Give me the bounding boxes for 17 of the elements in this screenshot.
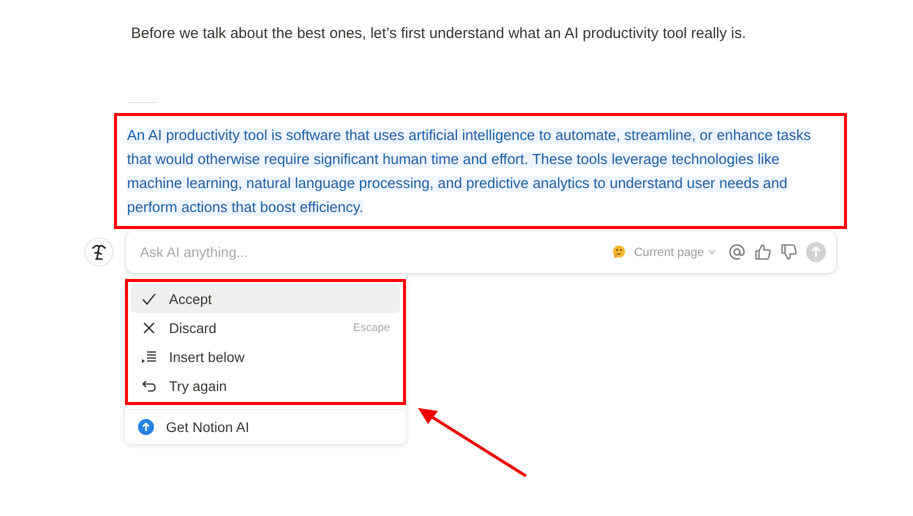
- shortcut-hint: Escape: [353, 322, 390, 334]
- ai-face-icon: [84, 237, 114, 267]
- insert-lines-icon: [141, 348, 157, 364]
- menu-item[interactable]: Accept: [131, 284, 400, 313]
- close-icon: [141, 320, 157, 336]
- undo-arrow-icon: [141, 378, 157, 394]
- intro-paragraph: Before we talk about the best ones, let’s first understand what an AI productivity tool really is.: [130, 24, 748, 44]
- ai-response-text: An AI productivity tool is software that uses artificial intelligence to automate, streamline, or enhance tasks that would otherwise require significant human time and effort. These tools leverage technologies like machine learning, natural language processing, and predictive analytics to understand user needs and perform actions that boost efficiency.: [127, 127, 812, 218]
- menu-item[interactable]: Try again: [131, 371, 400, 400]
- thumbs-up-icon[interactable]: [754, 243, 772, 261]
- thinking-face-icon: [612, 245, 626, 259]
- thumbs-down-icon[interactable]: [780, 243, 798, 261]
- menu-item[interactable]: Insert below: [131, 342, 400, 371]
- mention-icon[interactable]: [728, 243, 746, 261]
- menu-item[interactable]: Discard Escape: [131, 313, 400, 342]
- menu-item[interactable]: Get Notion AI: [125, 410, 406, 444]
- chevron-icon: [708, 248, 716, 256]
